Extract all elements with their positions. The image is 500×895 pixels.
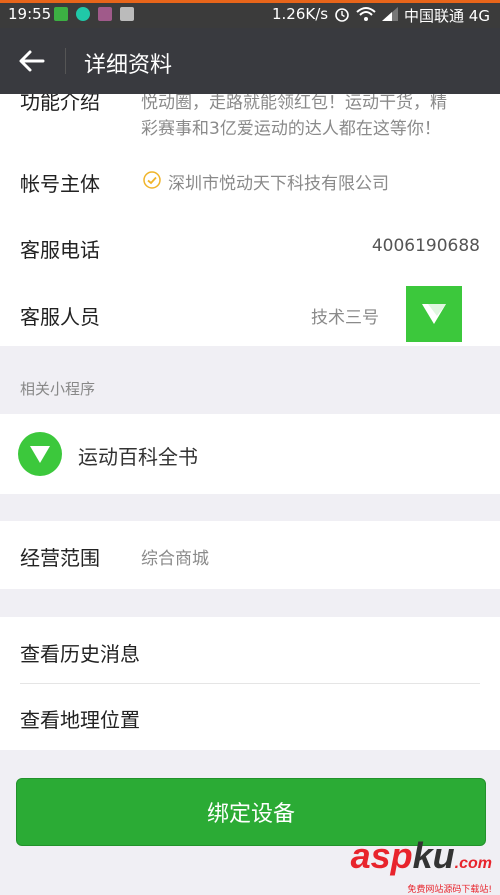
site-watermark: aspku.com 免费网站源码下载站! xyxy=(351,838,492,895)
watermark-logo: aspku.com xyxy=(350,835,492,876)
phone-row[interactable]: 客服电话 4006190688 xyxy=(0,232,500,262)
intro-label: 功能介绍 xyxy=(20,94,100,114)
scope-section: 经营范围 综合商城 xyxy=(0,521,500,589)
staff-label: 客服人员 xyxy=(20,305,100,329)
navigation-bar: 详细资料 xyxy=(0,28,500,94)
back-arrow-icon[interactable] xyxy=(16,45,48,77)
notification-app-icon xyxy=(54,7,68,21)
mini-program-header: 相关小程序 xyxy=(20,380,96,398)
mini-program-item[interactable]: 运动百科全书 xyxy=(0,414,500,494)
status-accent-line xyxy=(0,0,500,3)
location-label: 查看地理位置 xyxy=(20,708,140,732)
status-bar: 19:55 1.26K/s 中国联通 4G xyxy=(0,0,500,28)
nav-divider xyxy=(65,48,66,74)
status-carrier: 中国联通 4G xyxy=(404,7,490,25)
links-section: 查看历史消息 查看地理位置 xyxy=(0,617,500,750)
intro-row: 功能介绍 悦动圈，走路就能领红包！运动干货，精 彩赛事和3亿爱运动的达人都在这等… xyxy=(0,94,500,142)
scope-label: 经营范围 xyxy=(20,546,100,570)
status-net-speed: 1.26K/s xyxy=(272,5,329,23)
phone-label: 客服电话 xyxy=(20,238,100,262)
history-label: 查看历史消息 xyxy=(20,642,140,666)
staff-avatar[interactable] xyxy=(406,286,462,342)
intro-line-2: 彩赛事和3亿爱运动的达人都在这等你！ xyxy=(141,119,441,139)
staff-value: 技术三号 xyxy=(311,308,379,328)
notification-chat-icon xyxy=(76,7,90,21)
history-row[interactable]: 查看历史消息 xyxy=(0,617,500,683)
phone-value[interactable]: 4006190688 xyxy=(372,236,480,256)
intro-line-1: 悦动圈，走路就能领红包！运动干货，精 xyxy=(141,94,447,113)
account-label: 帐号主体 xyxy=(20,172,100,196)
verified-check-icon xyxy=(143,171,161,189)
staff-row[interactable]: 客服人员 技术三号 xyxy=(0,286,500,342)
status-time: 19:55 xyxy=(8,5,52,23)
info-section: 功能介绍 悦动圈，走路就能领红包！运动干货，精 彩赛事和3亿爱运动的达人都在这等… xyxy=(0,94,500,346)
wifi-icon xyxy=(356,7,376,21)
mini-program-name: 运动百科全书 xyxy=(78,445,198,469)
alarm-icon xyxy=(335,8,349,22)
account-value: 深圳市悦动天下科技有限公司 xyxy=(168,174,389,194)
notification-photo-icon xyxy=(98,7,112,21)
mini-program-logo-icon xyxy=(18,432,62,476)
signal-icon xyxy=(382,7,398,21)
scope-value: 综合商城 xyxy=(141,549,209,569)
notification-doc-icon xyxy=(120,7,134,21)
page-title: 详细资料 xyxy=(84,53,173,78)
location-row[interactable]: 查看地理位置 xyxy=(0,684,500,750)
account-row: 帐号主体 深圳市悦动天下科技有限公司 xyxy=(0,166,500,196)
